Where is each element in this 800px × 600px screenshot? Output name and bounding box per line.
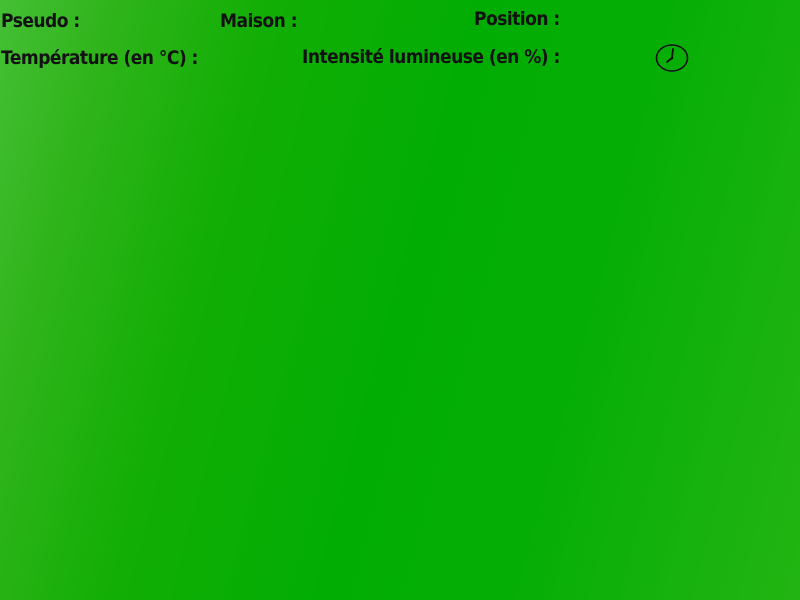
temperature-label: Température (en °C) : <box>1 47 198 69</box>
light-intensity-label: Intensité lumineuse (en %) : <box>302 46 560 68</box>
maison-label: Maison : <box>220 10 298 32</box>
position-label: Position : <box>474 8 560 30</box>
pseudo-label: Pseudo : <box>1 10 80 32</box>
clock-icon[interactable] <box>655 43 689 73</box>
